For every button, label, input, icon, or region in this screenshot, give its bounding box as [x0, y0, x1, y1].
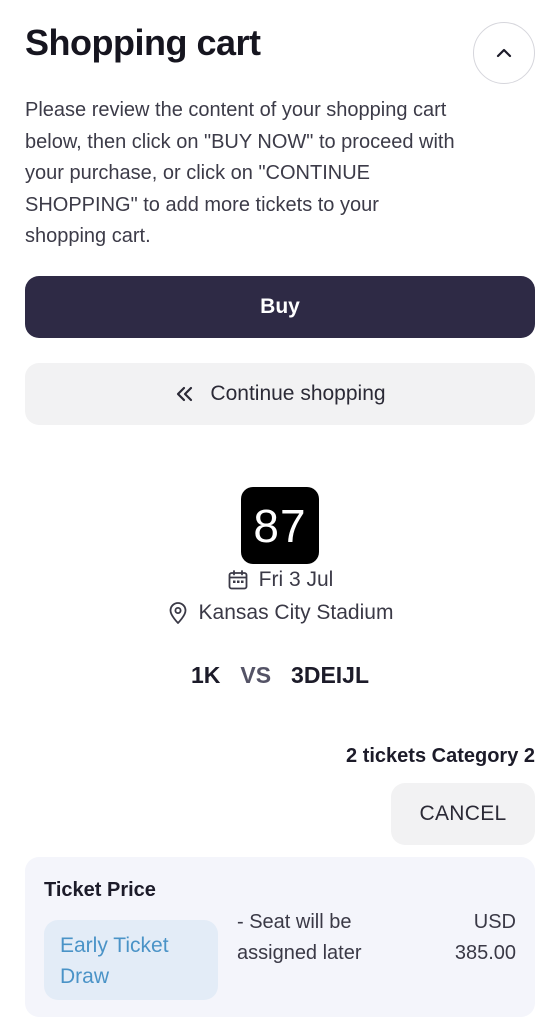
buy-button-label: Buy	[260, 295, 300, 318]
event-date: Fri 3 Jul	[0, 566, 560, 594]
location-pin-icon	[167, 601, 189, 625]
price-category-tag: Early Ticket Draw	[44, 920, 218, 1000]
intro-text: Please review the content of your shoppi…	[25, 99, 455, 247]
ticket-price-label: Ticket Price	[44, 879, 156, 901]
buy-button[interactable]: Buy	[25, 276, 535, 338]
versus-label: VS	[240, 661, 272, 688]
page-title: Shopping cart	[25, 22, 261, 63]
cancel-button-label: CANCEL	[419, 802, 507, 825]
match-number-badge: 87	[241, 487, 319, 564]
team-away: 3DEIJL	[291, 661, 370, 688]
calendar-icon	[227, 569, 249, 591]
event-venue: Kansas City Stadium	[0, 599, 560, 627]
event-venue-text: Kansas City Stadium	[198, 601, 394, 624]
team-home: 1K	[190, 661, 221, 688]
price-currency: USD	[473, 911, 516, 933]
event-date-text: Fri 3 Jul	[258, 568, 334, 591]
ticket-price-value: USD 385.00	[406, 907, 516, 969]
match-teams: 1K VS 3DEIJL	[0, 659, 560, 691]
continue-shopping-label: Continue shopping	[210, 382, 386, 405]
tickets-summary: 2 tickets Category 2	[346, 745, 535, 767]
price-amount: 385.00	[454, 942, 516, 964]
continue-shopping-button[interactable]: Continue shopping	[25, 363, 535, 425]
seat-assignment-note: - Seat will be assigned later	[237, 911, 362, 964]
collapse-button[interactable]	[473, 22, 535, 84]
chevron-up-icon	[493, 42, 515, 64]
shopping-cart-page: Shopping cart Please review the content …	[0, 0, 560, 1024]
double-chevron-left-icon	[174, 383, 196, 405]
ticket-price-card: Ticket Price Early Ticket Draw - Seat wi…	[25, 857, 535, 1017]
cancel-button[interactable]: CANCEL	[391, 783, 535, 845]
